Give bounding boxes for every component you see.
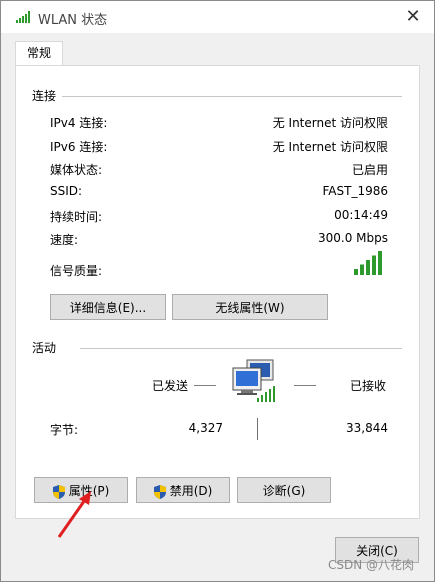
signal-bar	[354, 269, 358, 275]
ssid-label: SSID:	[50, 184, 83, 198]
speed-label: 速度:	[50, 233, 79, 247]
received-line	[294, 385, 316, 386]
ssid-value: FAST_1986	[322, 184, 389, 198]
annotation-arrow-icon	[57, 491, 91, 538]
watermark-text: CSDN @八花肉	[327, 558, 414, 572]
sent-line	[194, 385, 216, 386]
received-label: 已接收	[350, 379, 387, 393]
signal-bar	[360, 264, 364, 275]
wifi-signal-icon	[16, 11, 30, 23]
signal-bar	[366, 260, 370, 275]
ipv4-label: IPv4 连接:	[50, 116, 108, 130]
section-divider	[80, 348, 402, 349]
signal-quality-label: 信号质量:	[50, 264, 103, 278]
title-bar: WLAN 状态 ✕	[1, 1, 434, 33]
activity-section-label: 活动	[32, 341, 57, 355]
bytes-label: 字节:	[50, 423, 79, 437]
media-state-value: 已启用	[351, 163, 388, 177]
ipv4-value: 无 Internet 访问权限	[272, 116, 388, 130]
speed-value: 300.0 Mbps	[317, 231, 388, 245]
wlan-status-dialog: WLAN 状态 ✕ 常规 连接 IPv4 连接: 无 Internet 访问权限…	[0, 0, 435, 582]
connection-section-label: 连接	[32, 89, 57, 103]
disable-button[interactable]: 禁用(D)	[136, 477, 230, 503]
bytes-received-value: 33,844	[346, 421, 388, 435]
duration-label: 持续时间:	[50, 210, 103, 224]
sent-label: 已发送	[152, 379, 189, 393]
section-divider	[62, 96, 402, 97]
network-computers-icon	[232, 359, 275, 402]
media-state-label: 媒体状态:	[50, 163, 103, 177]
bytes-sent-value: 4,327	[188, 421, 223, 435]
duration-value: 00:14:49	[334, 208, 388, 222]
uac-shield-icon	[153, 484, 166, 499]
diagnose-button[interactable]: 诊断(G)	[237, 477, 331, 503]
window-title: WLAN 状态	[38, 13, 108, 28]
signal-bar	[372, 255, 376, 275]
details-button[interactable]: 详细信息(E)...	[50, 294, 166, 320]
signal-bar	[378, 251, 382, 275]
bytes-divider	[257, 418, 258, 440]
general-panel: 连接 IPv4 连接: 无 Internet 访问权限 IPv6 连接: 无 I…	[15, 65, 420, 519]
tab-general[interactable]: 常规	[15, 41, 63, 66]
close-icon[interactable]: ✕	[398, 3, 428, 31]
wireless-properties-button[interactable]: 无线属性(W)	[172, 294, 328, 320]
signal-strength-icon	[354, 251, 382, 275]
ipv6-value: 无 Internet 访问权限	[272, 140, 388, 154]
disable-button-label: 禁用(D)	[169, 484, 213, 498]
ipv6-label: IPv6 连接:	[50, 140, 108, 154]
